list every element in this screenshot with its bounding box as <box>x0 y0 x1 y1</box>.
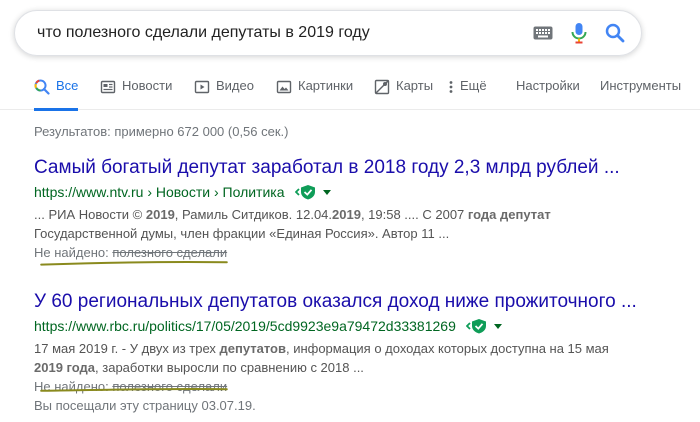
result-url-text[interactable]: https://www.rbc.ru/politics/17/05/2019/5… <box>34 316 456 336</box>
search-result: У 60 региональных депутатов оказался дох… <box>34 290 674 415</box>
microphone-icon[interactable] <box>567 21 591 45</box>
missing-label: Не найдено: <box>34 245 109 260</box>
snippet-text: , 19:58 .... С 2007 <box>360 207 468 222</box>
search-tabs: Все Новости Видео Картинки Карты Ещё Нас… <box>0 70 700 111</box>
tab-news[interactable]: Новости <box>100 78 172 110</box>
missing-terms-struck: полезного сделали <box>112 245 228 260</box>
tab-label: Новости <box>122 78 173 93</box>
verified-badge <box>465 318 488 334</box>
visited-note: Вы посещали эту страницу 03.07.19. <box>34 398 256 413</box>
tab-label: Видео <box>216 78 254 93</box>
result-title-link[interactable]: Самый богатый депутат заработал в 2018 г… <box>34 156 674 180</box>
snippet-highlight: 2019 года <box>34 360 96 375</box>
tab-label: Ещё <box>460 78 487 93</box>
tab-maps[interactable]: Карты <box>374 78 433 110</box>
snippet-highlight: года депутат <box>467 207 551 222</box>
result-url: https://www.rbc.ru/politics/17/05/2019/5… <box>34 316 674 336</box>
keyboard-icon[interactable] <box>531 21 555 45</box>
play-icon <box>194 79 210 95</box>
search-result: Самый богатый депутат заработал в 2018 г… <box>34 156 674 262</box>
result-title-link[interactable]: У 60 региональных депутатов оказался дох… <box>34 290 674 314</box>
snippet-text: , Рамиль Ситдиков. 12.04. <box>174 207 333 222</box>
search-box[interactable]: что полезного сделали депутаты в 2019 го… <box>14 10 642 56</box>
search-input[interactable]: что полезного сделали депутаты в 2019 го… <box>37 24 519 42</box>
verified-badge <box>294 184 317 200</box>
result-url-text[interactable]: https://www.ntv.ru › Новости › Политика <box>34 182 285 202</box>
chevron-down-icon[interactable] <box>322 189 331 195</box>
result-snippet: 17 мая 2019 г. - У двух из трех депутато… <box>34 339 674 377</box>
snippet-line: Государственной думы, член фракции «Един… <box>34 226 450 241</box>
snippet-highlight: депутатов <box>219 341 286 356</box>
chevron-down-icon[interactable] <box>493 323 502 329</box>
newspaper-icon <box>100 79 116 95</box>
snippet-highlight: 2019 <box>145 207 175 222</box>
snippet-text: ... РИА Новости © <box>34 207 146 222</box>
tab-settings[interactable]: Настройки <box>516 78 580 110</box>
tab-label: Все <box>56 78 79 93</box>
tab-label: Инструменты <box>600 78 682 93</box>
tab-label: Настройки <box>516 78 580 93</box>
search-icon[interactable] <box>603 21 627 45</box>
tab-video[interactable]: Видео <box>194 78 254 110</box>
snippet-line: 17 мая 2019 г. - У двух из трех депутато… <box>34 339 674 358</box>
result-stats: Результатов: примерно 672 000 (0,56 сек.… <box>34 124 289 139</box>
search-icon <box>34 79 50 95</box>
image-icon <box>276 79 292 95</box>
snippet-highlight: 2019 <box>332 207 361 222</box>
annotation-underline <box>40 387 228 392</box>
more-vertical-icon <box>448 79 458 95</box>
tab-label: Карты <box>396 78 434 93</box>
snippet-text: 17 мая 2019 г. - У двух из трех <box>34 341 220 356</box>
tab-tools[interactable]: Инструменты <box>600 78 681 110</box>
snippet-line: ... РИА Новости © 2019, Рамиль Ситдиков.… <box>34 205 674 224</box>
snippet-text: , заработки выросли по сравнению с 2018 … <box>95 360 364 375</box>
annotation-underline <box>40 260 228 266</box>
snippet-text: , информация о доходах которых доступна … <box>285 341 609 356</box>
snippet-line: 2019 года, заработки выросли по сравнени… <box>34 358 674 377</box>
map-icon <box>374 79 390 95</box>
tab-label: Картинки <box>298 78 354 93</box>
tab-all[interactable]: Все <box>34 78 79 111</box>
tab-more[interactable]: Ещё <box>448 78 487 110</box>
result-url: https://www.ntv.ru › Новости › Политика <box>34 182 674 202</box>
result-snippet: ... РИА Новости © 2019, Рамиль Ситдиков.… <box>34 205 674 243</box>
tab-images[interactable]: Картинки <box>276 78 353 110</box>
